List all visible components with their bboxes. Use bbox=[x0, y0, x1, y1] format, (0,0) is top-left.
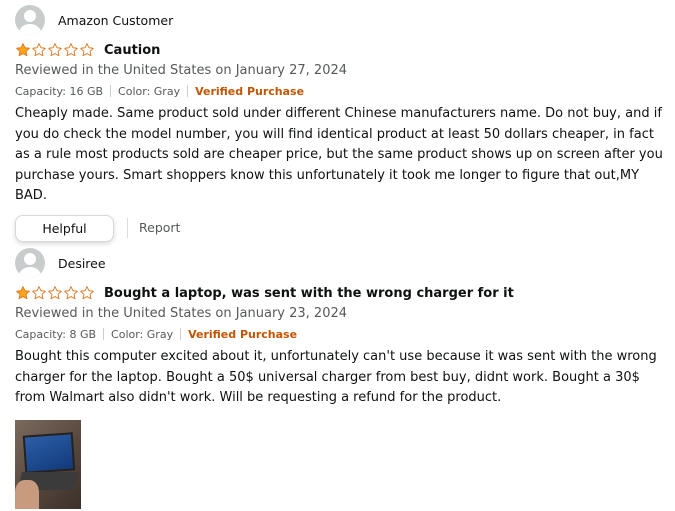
divider bbox=[187, 85, 189, 97]
review-body: Cheaply made. Same product sold under di… bbox=[15, 106, 663, 203]
star-empty-icon bbox=[48, 43, 62, 57]
star-rating[interactable] bbox=[15, 285, 95, 301]
review-photo-thumbnail[interactable] bbox=[15, 419, 81, 509]
capacity-label[interactable]: Capacity: 8 GB bbox=[15, 328, 96, 341]
avatar bbox=[15, 248, 45, 278]
review-format-strip: Capacity: 8 GB Color: Gray Verified Purc… bbox=[15, 326, 665, 342]
star-empty-icon bbox=[32, 43, 46, 57]
reviewer-profile[interactable]: Desiree bbox=[15, 248, 665, 278]
avatar bbox=[15, 5, 45, 35]
reviewer-name[interactable]: Amazon Customer bbox=[58, 13, 173, 28]
review-date: Reviewed in the United States on January… bbox=[15, 306, 348, 321]
report-link[interactable]: Report bbox=[127, 218, 180, 238]
star-rating[interactable] bbox=[15, 42, 95, 58]
divider bbox=[180, 328, 182, 340]
star-empty-icon bbox=[32, 286, 46, 300]
reviewer-profile[interactable]: Amazon Customer bbox=[15, 5, 665, 35]
star-filled-icon bbox=[16, 43, 30, 57]
review-format-strip: Capacity: 16 GB Color: Gray Verified Pur… bbox=[15, 83, 665, 99]
review-card: Desiree Bought a laptop, was sent with t… bbox=[15, 248, 665, 509]
review-title[interactable]: Caution bbox=[104, 43, 160, 58]
star-empty-icon bbox=[80, 43, 94, 57]
star-empty-icon bbox=[80, 286, 94, 300]
helpful-button[interactable]: Helpful bbox=[15, 214, 114, 242]
color-label[interactable]: Color: Gray bbox=[118, 85, 180, 98]
star-empty-icon bbox=[64, 43, 78, 57]
review-date: Reviewed in the United States on January… bbox=[15, 63, 348, 78]
divider bbox=[110, 85, 112, 97]
reviewer-name[interactable]: Desiree bbox=[58, 256, 106, 271]
review-title[interactable]: Bought a laptop, was sent with the wrong… bbox=[104, 286, 514, 301]
review-body: Bought this computer excited about it, u… bbox=[15, 349, 657, 405]
review-card: Amazon Customer Caution Reviewed in the … bbox=[15, 5, 665, 242]
verified-purchase-badge[interactable]: Verified Purchase bbox=[195, 85, 304, 98]
verified-purchase-badge[interactable]: Verified Purchase bbox=[188, 328, 297, 341]
divider bbox=[103, 328, 105, 340]
star-empty-icon bbox=[64, 286, 78, 300]
star-filled-icon bbox=[16, 286, 30, 300]
capacity-label[interactable]: Capacity: 16 GB bbox=[15, 85, 103, 98]
color-label[interactable]: Color: Gray bbox=[111, 328, 173, 341]
star-empty-icon bbox=[48, 286, 62, 300]
